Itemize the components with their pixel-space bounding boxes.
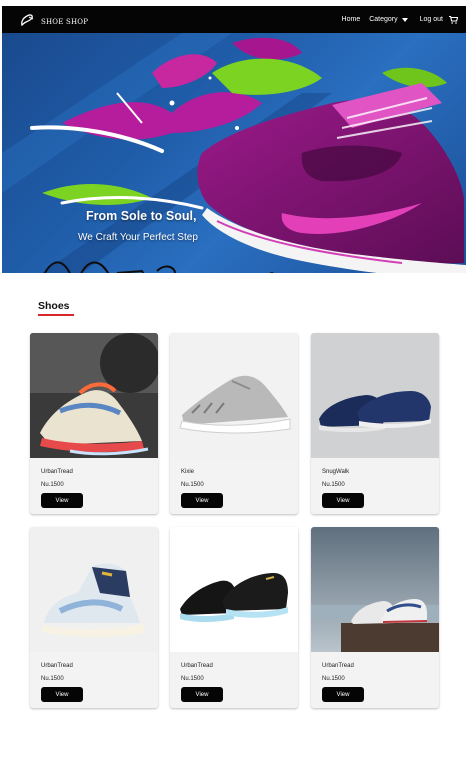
hero-subtitle: We Craft Your Perfect Step — [78, 232, 198, 243]
view-button[interactable]: View — [41, 493, 83, 508]
product-price: Nu.1500 — [41, 676, 64, 682]
product-price: Nu.1500 — [181, 482, 204, 488]
product-name: UrbanTread — [41, 663, 73, 669]
page: SHOE SHOP Home Category Log out From Sol… — [0, 0, 468, 765]
nav-home-link[interactable]: Home — [342, 16, 361, 23]
view-button[interactable]: View — [322, 493, 364, 508]
sneaker-image-icon — [30, 527, 158, 652]
product-price: Nu.1500 — [322, 676, 345, 682]
product-name: SnugWalk — [322, 469, 350, 475]
sneaker-image-icon — [311, 527, 439, 652]
nav-links: Home Category Log out — [342, 15, 466, 24]
sneaker-image-icon — [30, 333, 158, 458]
product-image — [30, 333, 158, 458]
product-card: UrbanTread Nu.1500 View — [30, 333, 158, 514]
chevron-down-icon — [401, 17, 408, 22]
hero-sneaker-art — [2, 33, 466, 273]
product-name: UrbanTread — [41, 469, 73, 475]
product-price: Nu.1500 — [322, 482, 345, 488]
section-title-underline — [38, 314, 74, 316]
product-card: UrbanTread Nu.1500 View — [170, 527, 298, 708]
product-image — [170, 333, 298, 458]
view-button[interactable]: View — [181, 493, 223, 508]
product-image — [170, 527, 298, 652]
nav-category-dropdown[interactable]: Category — [369, 16, 408, 23]
product-name: Kixie — [181, 469, 195, 475]
cart-icon[interactable] — [449, 15, 458, 24]
product-image — [30, 527, 158, 652]
nav-category-label: Category — [369, 16, 398, 23]
navbar: SHOE SHOP Home Category Log out — [2, 6, 466, 33]
product-name: UrbanTread — [181, 663, 213, 669]
hero-title: From Sole to Soul, — [86, 209, 197, 223]
product-card: UrbanTread Nu.1500 View — [30, 527, 158, 708]
view-button[interactable]: View — [181, 687, 223, 702]
product-image — [311, 527, 439, 652]
sneaker-image-icon — [170, 527, 298, 652]
nav-logout-link[interactable]: Log out — [420, 16, 443, 23]
product-price: Nu.1500 — [181, 676, 204, 682]
sneaker-image-icon — [170, 333, 298, 458]
section-title: Shoes — [38, 300, 70, 312]
product-card: SnugWalk Nu.1500 View — [311, 333, 439, 514]
product-name: UrbanTread — [322, 663, 354, 669]
product-card: UrbanTread Nu.1500 View — [311, 527, 439, 708]
view-button[interactable]: View — [41, 687, 83, 702]
brand-logo[interactable]: SHOE SHOP — [20, 13, 88, 27]
hero-banner: From Sole to Soul, We Craft Your Perfect… — [2, 33, 466, 273]
shoe-logo-icon — [21, 13, 34, 26]
product-price: Nu.1500 — [41, 482, 64, 488]
brand-name: SHOE SHOP — [41, 18, 89, 26]
sneaker-image-icon — [311, 333, 439, 458]
product-image — [311, 333, 439, 458]
product-card: Kixie Nu.1500 View — [170, 333, 298, 514]
view-button[interactable]: View — [322, 687, 364, 702]
